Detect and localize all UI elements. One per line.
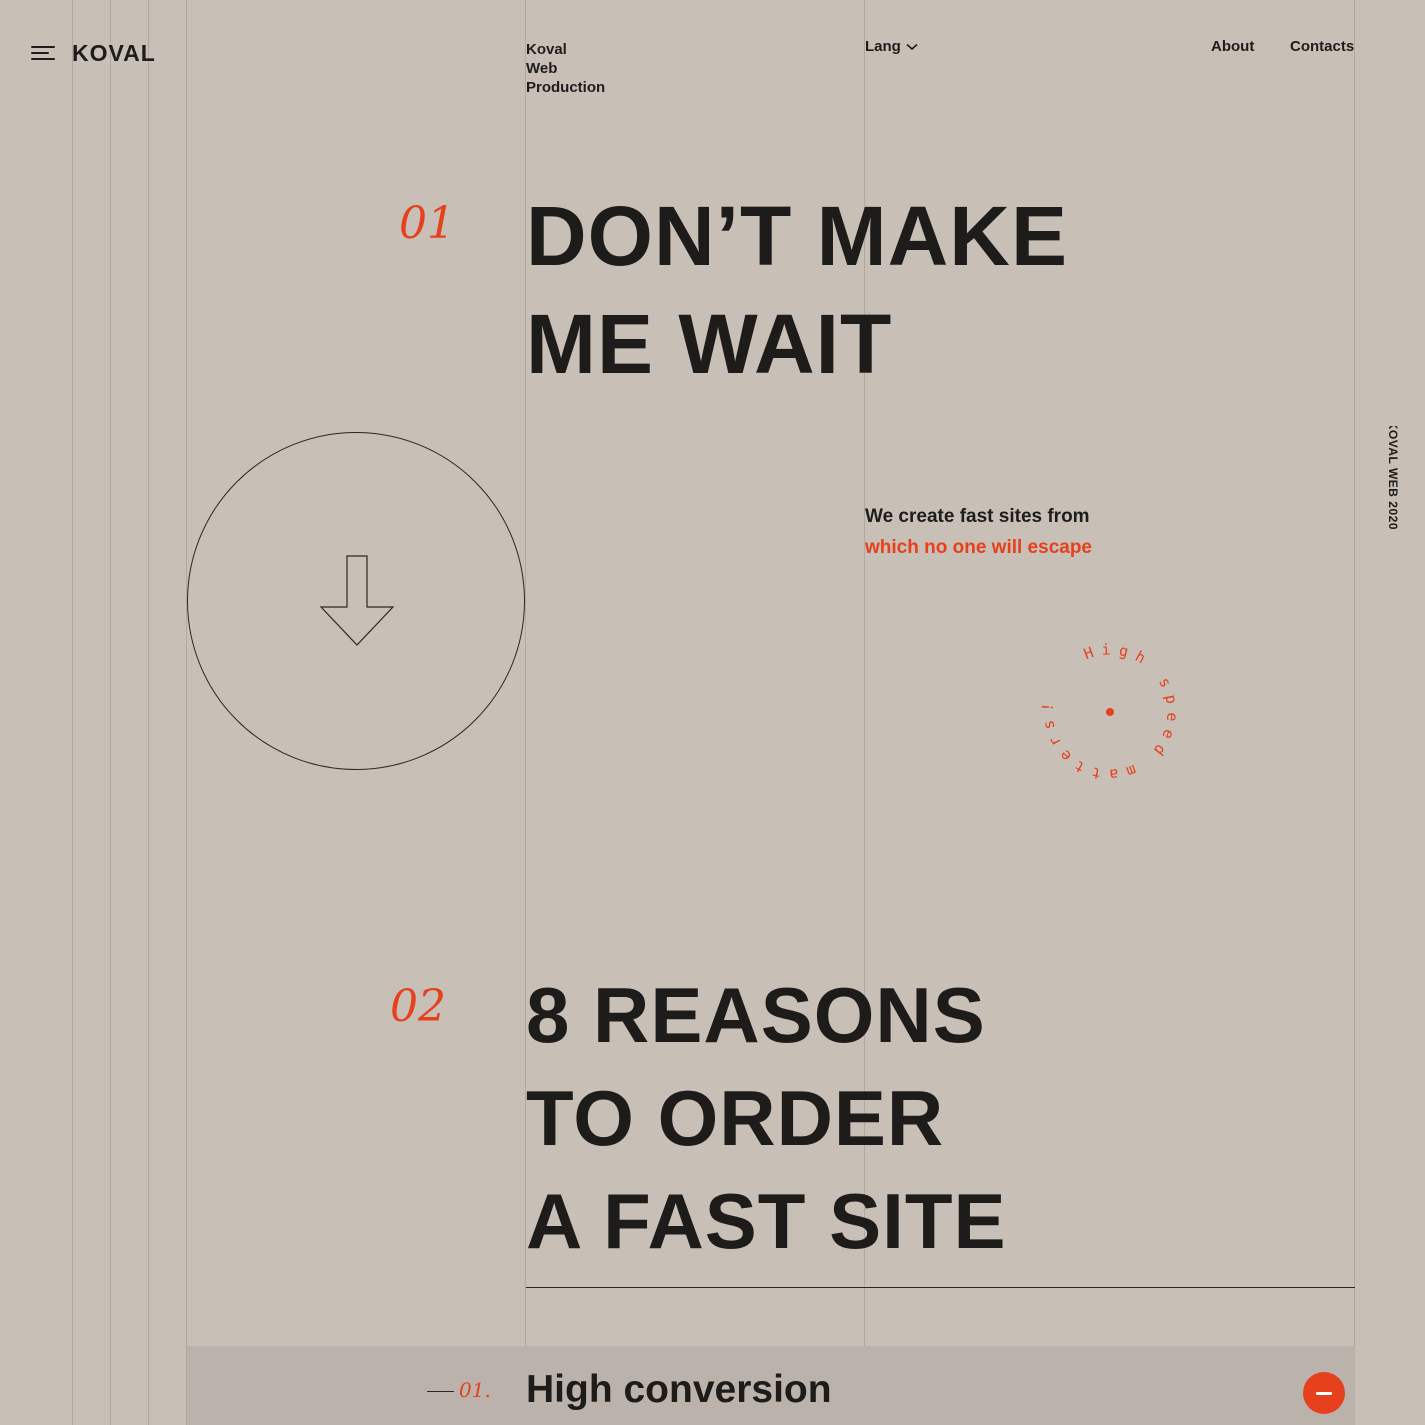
badge-letter: s bbox=[1155, 674, 1175, 690]
accordion-number: 01. bbox=[459, 1378, 491, 1402]
badge-letter: d bbox=[1150, 741, 1170, 759]
scroll-down-button[interactable] bbox=[187, 432, 525, 770]
badge-letter: a bbox=[1109, 765, 1119, 784]
badge-letter: t bbox=[1071, 757, 1088, 777]
badge-letter: e bbox=[1158, 727, 1178, 742]
divider bbox=[526, 1287, 1355, 1288]
section-number: 01 bbox=[399, 198, 455, 249]
grid-line bbox=[148, 0, 149, 1425]
side-copyright: 2020 KOVAL WEB bbox=[1386, 426, 1400, 530]
grid-line bbox=[1354, 0, 1355, 1425]
section-number: 02 bbox=[390, 981, 446, 1032]
rotating-text-badge: High speed matters! bbox=[1038, 640, 1182, 784]
reasons-title-line: TO ORDER bbox=[526, 1074, 945, 1162]
badge-letter: e bbox=[1163, 712, 1182, 722]
badge-letter: s bbox=[1039, 719, 1058, 732]
language-selector[interactable]: Lang bbox=[865, 38, 918, 55]
badge-letter: ! bbox=[1038, 702, 1057, 712]
badge-letter: r bbox=[1045, 733, 1065, 749]
tagline: Koval Web Production bbox=[526, 40, 605, 97]
badge-letter: t bbox=[1090, 763, 1103, 783]
accordion-item[interactable]: 01. High conversion bbox=[187, 1346, 1355, 1425]
hero-title: DON’T MAKE ME WAIT bbox=[526, 182, 1068, 398]
badge-letter: h bbox=[1132, 647, 1149, 667]
badge-letter: i bbox=[1101, 640, 1111, 659]
tagline-line: Production bbox=[526, 79, 606, 96]
accordion-title: High conversion bbox=[526, 1368, 832, 1411]
hero-title-line: DON’T MAKE bbox=[526, 189, 1068, 283]
tagline-line: Koval bbox=[526, 41, 567, 58]
nav-about[interactable]: About bbox=[1211, 38, 1254, 55]
accordion-dash bbox=[427, 1391, 454, 1392]
minus-icon[interactable] bbox=[1303, 1372, 1345, 1414]
badge-center-dot bbox=[1106, 708, 1114, 716]
arrow-down-icon bbox=[319, 555, 395, 646]
grid-line bbox=[186, 0, 187, 1425]
badge-letter: p bbox=[1161, 693, 1180, 706]
lang-label: Lang bbox=[865, 38, 901, 55]
badge-letter: m bbox=[1124, 761, 1139, 781]
side-copyright-text: 2020 KOVAL WEB bbox=[1386, 426, 1400, 530]
badge-letter: g bbox=[1117, 641, 1130, 661]
hero-subtext-line: We create fast sites from bbox=[865, 506, 1090, 527]
nav-contacts[interactable]: Contacts bbox=[1290, 38, 1354, 55]
hero-subtext-accent: which no one will escape bbox=[865, 537, 1092, 558]
grid-line bbox=[110, 0, 111, 1425]
chevron-down-icon bbox=[906, 43, 918, 50]
badge-letter: e bbox=[1056, 746, 1075, 765]
reasons-title-line: 8 REASONS bbox=[526, 971, 986, 1059]
hero-subtext: We create fast sites from which no one w… bbox=[865, 501, 1092, 563]
badge-letter: H bbox=[1081, 643, 1096, 663]
grid-line bbox=[72, 0, 73, 1425]
logo[interactable]: KOVAL bbox=[72, 40, 156, 67]
reasons-title: 8 REASONS TO ORDER A FAST SITE bbox=[526, 964, 1007, 1273]
hamburger-menu-icon[interactable] bbox=[31, 44, 55, 62]
hero-title-line: ME WAIT bbox=[526, 297, 893, 391]
tagline-line: Web bbox=[526, 60, 558, 77]
reasons-title-line: A FAST SITE bbox=[526, 1177, 1007, 1265]
